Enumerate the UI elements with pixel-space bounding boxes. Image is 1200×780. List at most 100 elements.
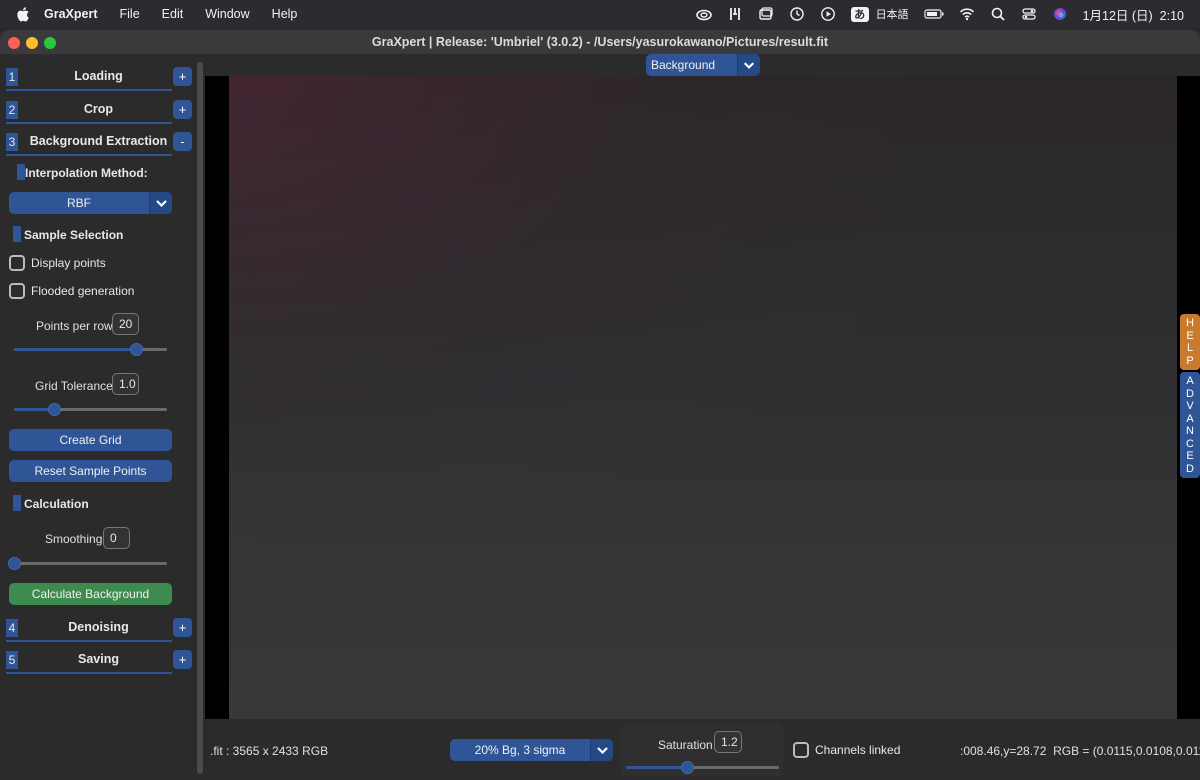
expand-saving-button[interactable]: + [173, 650, 192, 669]
menu-app-name[interactable]: GraXpert [44, 7, 98, 21]
points-per-row-slider[interactable] [14, 343, 167, 356]
section-background-extraction[interactable]: 3 Background Extraction - [6, 127, 193, 156]
interpolation-method-dropdown[interactable]: RBF [9, 192, 172, 214]
smoothing-input[interactable]: 0 [103, 527, 130, 549]
menu-help[interactable]: Help [272, 7, 298, 21]
section-title[interactable]: Denoising [20, 620, 177, 634]
input-method-icon[interactable]: あ [850, 6, 869, 22]
slider-fill [626, 766, 687, 769]
channels-linked-checkbox-row[interactable]: Channels linked [793, 741, 900, 759]
close-window-button[interactable] [8, 37, 20, 49]
smoothing-slider[interactable] [8, 557, 167, 570]
side-tabs: HELP ADVANCED [1180, 314, 1200, 478]
section-title[interactable]: Background Extraction [20, 134, 177, 148]
display-points-checkbox[interactable] [9, 255, 25, 271]
chevron-down-icon[interactable] [737, 54, 760, 76]
siri-icon[interactable] [1052, 6, 1068, 22]
smoothing-label: Smoothing [45, 532, 103, 546]
chevron-down-icon[interactable] [590, 739, 613, 761]
section-divider [6, 122, 172, 124]
pixel-coordinates-readout: :008.46,y=28.72 RGB = (0.0115,0.0108,0.0… [960, 744, 1200, 758]
menu-window[interactable]: Window [205, 7, 249, 21]
section-number: 5 [6, 651, 18, 669]
section-number: 4 [6, 619, 18, 637]
section-loading[interactable]: 1 Loading + [6, 62, 193, 91]
flooded-generation-checkbox[interactable] [9, 283, 25, 299]
saturation-slider[interactable] [626, 761, 779, 774]
help-tab[interactable]: HELP [1180, 314, 1200, 370]
play-icon[interactable] [820, 6, 836, 22]
tools-icon[interactable] [727, 6, 743, 22]
section-number: 1 [6, 68, 18, 86]
display-points-checkbox-row[interactable]: Display points [9, 254, 106, 272]
flooded-generation-label: Flooded generation [31, 284, 135, 298]
menu-edit[interactable]: Edit [162, 7, 184, 21]
chevron-down-icon[interactable] [149, 192, 172, 214]
subsection-marker [17, 164, 25, 180]
grid-tolerance-input[interactable]: 1.0 [112, 373, 139, 395]
channels-linked-checkbox[interactable] [793, 742, 809, 758]
slider-handle[interactable] [48, 403, 61, 416]
points-per-row-label: Points per row [36, 319, 113, 333]
slider-handle[interactable] [130, 343, 143, 356]
sidebar-scrollbar[interactable] [197, 62, 203, 774]
display-mode-dropdown[interactable]: Background [646, 54, 760, 76]
saturation-input[interactable]: 1.2 [714, 731, 742, 753]
search-icon[interactable] [990, 6, 1006, 22]
calculate-background-button[interactable]: Calculate Background [9, 583, 172, 605]
section-divider [6, 154, 172, 156]
slider-handle[interactable] [681, 761, 694, 774]
advanced-tab[interactable]: ADVANCED [1180, 372, 1200, 478]
grid-tolerance-label: Grid Tolerance [35, 379, 113, 393]
sample-selection-label: Sample Selection [24, 228, 124, 242]
section-title[interactable]: Loading [20, 69, 177, 83]
sidebar: 1 Loading + 2 Crop + 3 Background Extrac… [0, 54, 205, 780]
window-titlebar: GraXpert | Release: 'Umbriel' (3.0.2) - … [0, 30, 1200, 54]
section-number: 2 [6, 101, 18, 119]
creative-cloud-icon[interactable] [695, 6, 712, 22]
section-title[interactable]: Crop [20, 102, 177, 116]
apple-icon[interactable] [16, 6, 30, 22]
flooded-generation-checkbox-row[interactable]: Flooded generation [9, 282, 134, 300]
display-mode-value: Background [651, 58, 716, 72]
create-grid-button[interactable]: Create Grid [9, 429, 172, 451]
expand-loading-button[interactable]: + [173, 67, 192, 86]
input-language[interactable]: 日本語 [876, 6, 909, 22]
time-machine-icon[interactable] [789, 6, 805, 22]
zoom-window-button[interactable] [44, 37, 56, 49]
control-center-icon[interactable] [1021, 6, 1037, 22]
section-title[interactable]: Saving [20, 652, 177, 666]
menu-file[interactable]: File [120, 7, 140, 21]
grid-tolerance-slider[interactable] [14, 403, 167, 416]
window-title: GraXpert | Release: 'Umbriel' (3.0.2) - … [371, 35, 829, 49]
interpolation-method-label: Interpolation Method: [25, 166, 148, 180]
section-divider [6, 89, 172, 91]
viewer-toolbar: Background [205, 54, 1200, 76]
macos-menubar: GraXpert File Edit Window Help あ 日本語 1月1… [0, 0, 1200, 28]
battery-icon[interactable] [923, 6, 944, 22]
subsection-marker [13, 495, 21, 511]
background-image-preview[interactable] [229, 76, 1177, 719]
collapse-background-extraction-button[interactable]: - [173, 132, 192, 151]
subsection-marker [13, 226, 21, 242]
expand-denoising-button[interactable]: + [173, 618, 192, 637]
section-saving[interactable]: 5 Saving + [6, 645, 193, 674]
wifi-icon[interactable] [959, 6, 975, 22]
display-points-label: Display points [31, 256, 106, 270]
stretch-dropdown[interactable]: 20% Bg, 3 sigma [450, 739, 613, 761]
calculation-label: Calculation [24, 497, 89, 511]
slider-handle[interactable] [8, 557, 21, 570]
reset-sample-points-button[interactable]: Reset Sample Points [9, 460, 172, 482]
minimize-window-button[interactable] [26, 37, 38, 49]
section-divider [6, 672, 172, 674]
window-icon[interactable] [758, 6, 774, 22]
image-viewer[interactable] [205, 76, 1200, 719]
interpolation-method-value: RBF [67, 196, 91, 210]
expand-crop-button[interactable]: + [173, 100, 192, 119]
section-denoising[interactable]: 4 Denoising + [6, 613, 193, 642]
section-crop[interactable]: 2 Crop + [6, 95, 193, 124]
saturation-label: Saturation [658, 738, 713, 752]
menubar-clock[interactable]: 1月12日 (日) 2:10 [1083, 5, 1184, 24]
points-per-row-input[interactable]: 20 [112, 313, 139, 335]
slider-fill [14, 348, 136, 351]
